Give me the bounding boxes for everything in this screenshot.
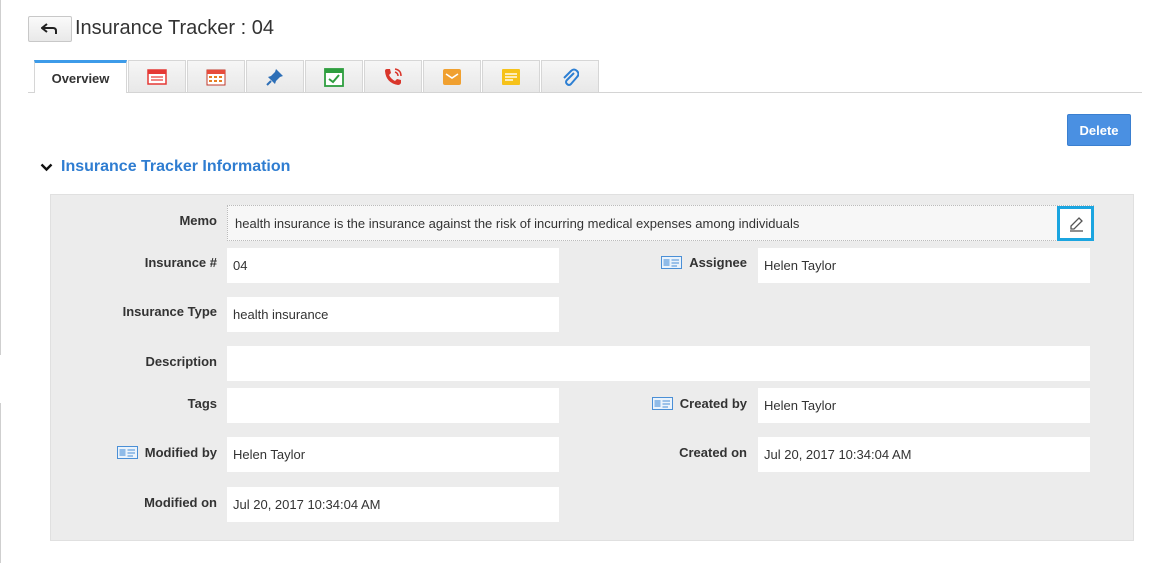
- insurance-type-field: health insurance: [227, 297, 559, 332]
- memo-label: Memo: [179, 212, 217, 228]
- delete-button[interactable]: Delete: [1067, 114, 1131, 146]
- created-on-field: Jul 20, 2017 10:34:04 AM: [758, 437, 1090, 472]
- modified-on-field: Jul 20, 2017 10:34:04 AM: [227, 487, 559, 522]
- tab-pin[interactable]: [246, 60, 304, 92]
- tab-note[interactable]: [482, 60, 540, 92]
- insurance-number-field: 04: [227, 248, 559, 283]
- tab-call[interactable]: [364, 60, 422, 92]
- insurance-type-label: Insurance Type: [122, 303, 217, 319]
- assignee-label: Assignee: [620, 254, 747, 270]
- tab-overview[interactable]: Overview: [34, 60, 127, 93]
- memo-value: health insurance is the insurance agains…: [235, 215, 800, 231]
- pin-icon: [266, 68, 283, 86]
- contact-card-icon: [651, 396, 673, 410]
- page-title: Insurance Tracker : 04: [75, 17, 274, 39]
- description-label: Description: [145, 353, 217, 369]
- created-by-field: Helen Taylor: [758, 388, 1090, 423]
- pencil-icon: [1069, 216, 1083, 232]
- tab-attachment[interactable]: [541, 60, 599, 92]
- tab-task[interactable]: [305, 60, 363, 92]
- mail-icon: [443, 68, 461, 85]
- back-button[interactable]: [28, 16, 72, 42]
- task-icon: [324, 67, 344, 87]
- tab-bar: Overview: [34, 60, 600, 93]
- contact-card-icon: [116, 445, 138, 459]
- edit-memo-button[interactable]: [1057, 206, 1094, 241]
- chevron-down-icon: [40, 163, 53, 171]
- tags-label: Tags: [187, 395, 217, 411]
- list-icon: [147, 68, 167, 85]
- modified-by-label-text: Modified by: [144, 444, 217, 460]
- modified-by-field: Helen Taylor: [227, 437, 559, 472]
- modified-on-label: Modified on: [144, 494, 217, 510]
- assignee-field: Helen Taylor: [758, 248, 1090, 283]
- back-arrow-icon: [41, 23, 57, 34]
- left-divider: [0, 0, 1, 355]
- created-on-label: Created on: [679, 444, 747, 460]
- insurance-number-label: Insurance #: [144, 254, 217, 270]
- created-by-label: Created by: [610, 395, 747, 411]
- calendar-icon: [206, 69, 226, 85]
- attachment-icon: [563, 68, 579, 86]
- section-toggle[interactable]: Insurance Tracker Information: [40, 158, 290, 176]
- note-icon: [502, 68, 520, 85]
- tab-mail[interactable]: [423, 60, 481, 92]
- section-title: Insurance Tracker Information: [61, 158, 291, 175]
- assignee-label-text: Assignee: [689, 254, 747, 270]
- description-field: [227, 346, 1090, 381]
- memo-field: health insurance is the insurance agains…: [227, 205, 1094, 241]
- tab-calendar[interactable]: [187, 60, 245, 92]
- contact-card-icon: [661, 255, 683, 269]
- tab-list[interactable]: [128, 60, 186, 92]
- tags-field: [227, 388, 559, 423]
- modified-by-label: Modified by: [80, 444, 217, 460]
- left-divider-lower: [0, 403, 1, 563]
- created-by-label-text: Created by: [679, 395, 747, 411]
- phone-icon: [385, 67, 402, 85]
